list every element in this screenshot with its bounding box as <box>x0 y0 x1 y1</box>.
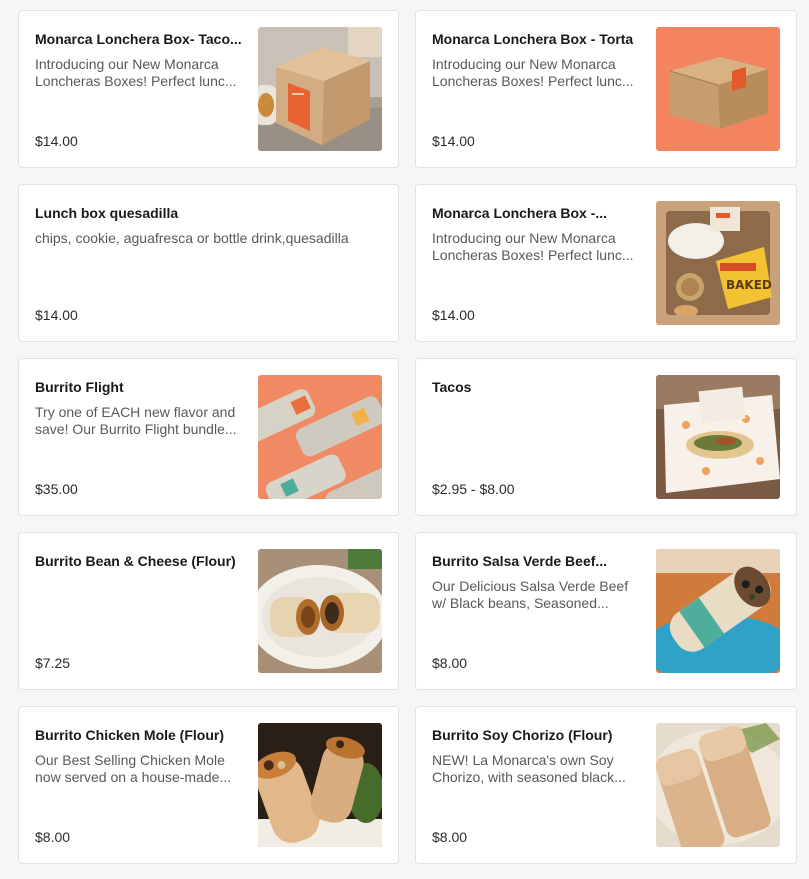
menu-item-card[interactable]: Monarca Lonchera Box - Torta Introducing… <box>415 10 797 168</box>
menu-item-name: Burrito Soy Chorizo (Flour) <box>432 727 613 743</box>
menu-item-price: $8.00 <box>35 829 71 845</box>
menu-item-price: $14.00 <box>35 307 78 323</box>
menu-item-price: $14.00 <box>35 133 78 149</box>
menu-item-price: $14.00 <box>432 133 475 149</box>
menu-item-price: $8.00 <box>432 655 468 671</box>
menu-item-name: Lunch box quesadilla <box>35 205 179 221</box>
menu-item-name: Monarca Lonchera Box - Torta <box>432 31 634 47</box>
lonchera-box-open-photo: BAKED <box>656 201 780 325</box>
menu-item-description: Introducing our New Monarca Loncheras Bo… <box>432 56 634 89</box>
soy-chorizo-burrito-photo <box>656 723 780 847</box>
menu-item-card[interactable]: Tacos $2.95 - $8.00 <box>415 358 797 516</box>
lonchera-box-torta-photo <box>656 27 780 151</box>
menu-item-card[interactable]: Monarca Lonchera Box- Taco... Introducin… <box>18 10 399 168</box>
menu-item-card[interactable]: Burrito Flight Try one of EACH new flavo… <box>18 358 399 516</box>
menu-item-name: Burrito Salsa Verde Beef... <box>432 553 608 569</box>
chicken-mole-burrito-photo <box>258 723 382 847</box>
menu-item-name: Tacos <box>432 379 472 395</box>
menu-item-name: Monarca Lonchera Box -... <box>432 205 608 221</box>
menu-item-text: Lunch box quesadilla chips, cookie, agua… <box>35 205 382 325</box>
menu-grid: Monarca Lonchera Box- Taco... Introducin… <box>18 10 797 864</box>
burrito-flight-photo <box>258 375 382 499</box>
menu-item-name: Burrito Flight <box>35 379 124 395</box>
menu-item-price: $35.00 <box>35 481 78 497</box>
menu-item-description: Try one of EACH new flavor and save! Our… <box>35 404 237 437</box>
menu-item-name: Burrito Bean & Cheese (Flour) <box>35 553 236 569</box>
menu-item-price: $7.25 <box>35 655 71 671</box>
menu-item-card[interactable]: Burrito Chicken Mole (Flour) Our Best Se… <box>18 706 399 864</box>
menu-item-description: Introducing our New Monarca Loncheras Bo… <box>432 230 634 263</box>
menu-item-card[interactable]: Burrito Salsa Verde Beef... Our Deliciou… <box>415 532 797 690</box>
bean-cheese-burrito-photo <box>258 549 382 673</box>
menu-item-description: NEW! La Monarca's own Soy Chorizo, with … <box>432 752 626 785</box>
tacos-photo <box>656 375 780 499</box>
menu-item-card[interactable]: Burrito Bean & Cheese (Flour) $7.25 <box>18 532 399 690</box>
menu-item-price: $14.00 <box>432 307 475 323</box>
menu-item-name: Burrito Chicken Mole (Flour) <box>35 727 224 743</box>
menu-item-description: Our Delicious Salsa Verde Beef w/ Black … <box>432 578 629 611</box>
menu-item-name: Monarca Lonchera Box- Taco... <box>35 31 242 47</box>
menu-item-price: $8.00 <box>432 829 468 845</box>
menu-item-description: Our Best Selling Chicken Mole now served… <box>35 752 232 785</box>
menu-item-card[interactable]: Lunch box quesadilla chips, cookie, agua… <box>18 184 399 342</box>
menu-item-card[interactable]: Monarca Lonchera Box -... Introducing ou… <box>415 184 797 342</box>
menu-item-description: chips, cookie, aguafresca or bottle drin… <box>35 230 349 246</box>
menu-item-card[interactable]: Burrito Soy Chorizo (Flour) NEW! La Mona… <box>415 706 797 864</box>
menu-item-price: $2.95 - $8.00 <box>432 481 515 497</box>
lonchera-box-taco-photo <box>258 27 382 151</box>
menu-item-description: Introducing our New Monarca Loncheras Bo… <box>35 56 237 89</box>
salsa-verde-burrito-photo <box>656 549 780 673</box>
svg-text:BAKED: BAKED <box>726 278 772 292</box>
